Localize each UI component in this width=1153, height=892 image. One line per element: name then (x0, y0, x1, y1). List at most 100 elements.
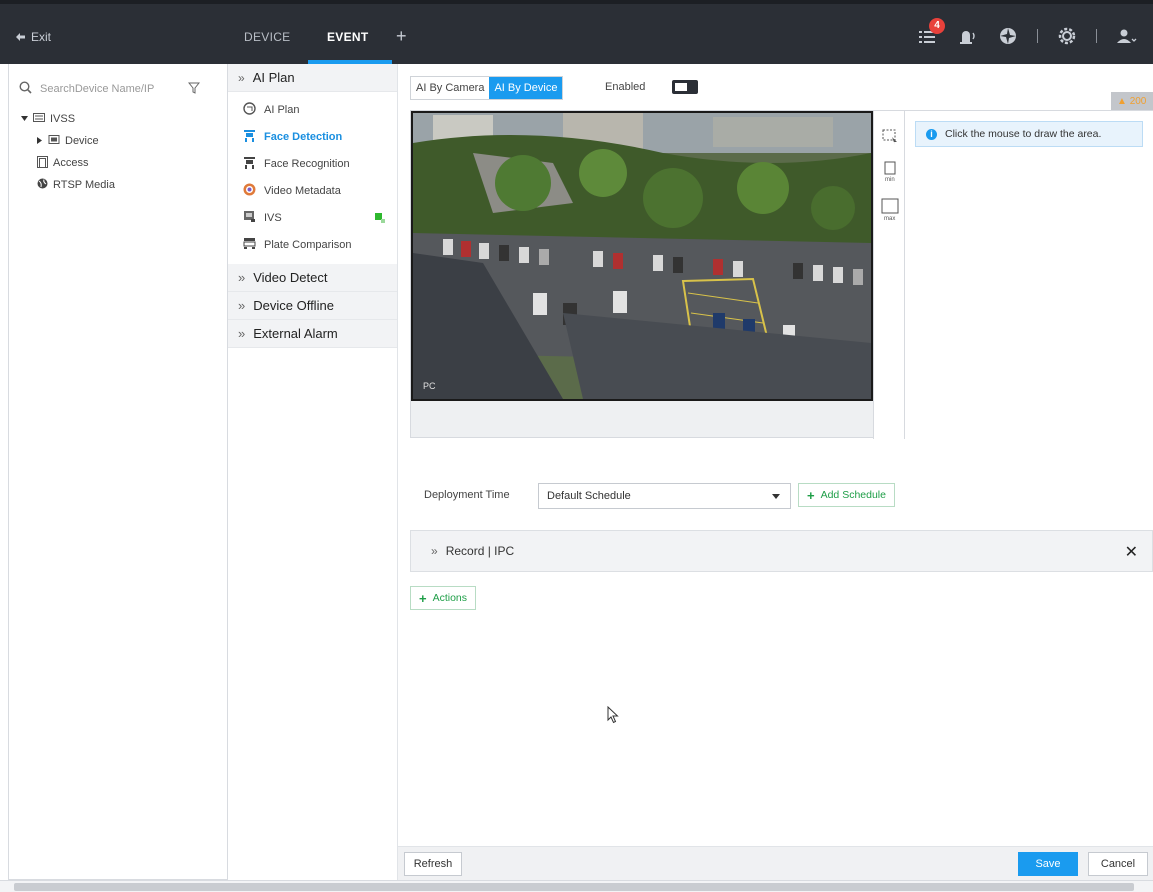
warning-icon: ▲ (1117, 96, 1127, 107)
chevron-double-down-icon: » (238, 70, 245, 85)
record-action-row[interactable]: » Record | IPC ✕ (410, 530, 1153, 572)
caret-down-icon (21, 113, 28, 125)
section-label: AI Plan (252, 70, 295, 85)
section-device-offline[interactable]: » Device Offline (228, 292, 397, 320)
section-ai-plan[interactable]: » AI Plan (228, 64, 397, 92)
plate-comparison-icon (243, 237, 256, 253)
draw-toolbar: min max (873, 111, 905, 439)
enabled-toggle[interactable] (672, 80, 698, 94)
deployment-time-label: Deployment Time (424, 489, 510, 501)
chevron-double-right-icon: » (238, 298, 246, 313)
plan-item-label: Face Detection (264, 130, 343, 143)
close-icon[interactable]: ✕ (1125, 542, 1138, 562)
alarm-count-badge: 4 (929, 18, 945, 34)
add-schedule-button[interactable]: + Add Schedule (798, 483, 895, 507)
device-icon (48, 134, 60, 148)
aperture-icon[interactable] (997, 26, 1019, 46)
globe-icon (37, 178, 48, 192)
search-icon (19, 81, 32, 97)
plus-icon: + (419, 590, 427, 606)
tree-item-label: Device (65, 135, 99, 147)
plan-item-ivs[interactable]: IVS (228, 204, 397, 231)
face-recognition-icon (243, 156, 256, 172)
plan-item-label: AI Plan (264, 103, 300, 116)
caret-down-icon (772, 494, 780, 499)
video-metadata-icon (243, 183, 256, 199)
tree-item-ivss[interactable]: IVSS (21, 108, 115, 130)
select-area-icon[interactable] (880, 127, 900, 151)
video-channel-label: PC (423, 381, 436, 391)
filter-icon[interactable] (187, 82, 201, 97)
plan-item-face-detection[interactable]: Face Detection (228, 123, 397, 150)
ai-plan-icon (243, 101, 256, 118)
plan-item-plate-comparison[interactable]: Plate Comparison (228, 231, 397, 258)
device-tree-panel: SearchDevice Name/IP IVSS Device Access … (8, 64, 228, 880)
plus-icon: + (807, 487, 815, 503)
exit-button[interactable]: Exit (16, 30, 51, 44)
access-icon (37, 155, 48, 171)
top-bar: Exit DEVICE EVENT + 4 (0, 0, 1153, 64)
svg-text:min: min (885, 177, 895, 183)
mouse-cursor-icon (607, 705, 619, 727)
section-external-alarm[interactable]: » External Alarm (228, 320, 397, 348)
plan-item-label: Plate Comparison (264, 238, 352, 251)
cancel-button[interactable]: Cancel (1088, 852, 1148, 876)
device-search[interactable]: SearchDevice Name/IP (19, 78, 219, 100)
actions-button[interactable]: + Actions (410, 586, 477, 610)
plan-item-ai-plan[interactable]: AI Plan (228, 96, 397, 123)
refresh-button[interactable]: Refresh (404, 852, 462, 876)
save-button[interactable]: Save (1018, 852, 1078, 876)
ivs-status-indicator (375, 213, 385, 226)
settings-icon[interactable] (1056, 26, 1078, 46)
tree-item-rtsp-media[interactable]: RTSP Media (21, 174, 115, 196)
rule-config-area: AI By Camera AI By Device Enabled ▲ 200 (398, 64, 1153, 880)
exit-label: Exit (31, 30, 52, 44)
chevron-double-right-icon: » (431, 544, 438, 558)
enabled-label: Enabled (605, 81, 646, 93)
tab-device[interactable]: DEVICE (244, 30, 290, 44)
warning-badge[interactable]: ▲ 200 (1111, 92, 1153, 112)
scrollbar-thumb[interactable] (14, 883, 1134, 891)
ai-by-camera-option[interactable]: AI By Camera (411, 77, 489, 99)
add-schedule-label: Add Schedule (820, 489, 886, 501)
live-video[interactable]: PC (411, 111, 873, 401)
info-icon: i (926, 128, 937, 140)
alarm-icon[interactable] (957, 26, 979, 46)
section-label: External Alarm (253, 326, 338, 341)
section-label: Device Offline (253, 298, 334, 313)
schedule-select[interactable]: Default Schedule (538, 483, 791, 509)
divider (1037, 29, 1038, 43)
caret-right-icon (37, 135, 43, 147)
ai-mode-selector: AI By Camera AI By Device (410, 76, 564, 100)
horizontal-scrollbar[interactable] (0, 880, 1153, 892)
user-icon[interactable] (1115, 26, 1137, 46)
tree-item-access[interactable]: Access (21, 152, 115, 174)
section-video-detect[interactable]: » Video Detect (228, 264, 397, 292)
hint-panel: i Click the mouse to draw the area. (905, 111, 1153, 439)
server-icon (33, 113, 45, 125)
max-size-icon[interactable]: max (880, 197, 900, 222)
actions-label: Actions (432, 592, 468, 604)
event-list-icon[interactable]: 4 (917, 18, 945, 46)
plan-item-face-recognition[interactable]: Face Recognition (228, 150, 397, 177)
warning-text: 200 (1129, 96, 1147, 107)
plan-item-label: Video Metadata (264, 184, 341, 197)
tree-item-label: Access (53, 157, 89, 169)
divider (1096, 29, 1097, 43)
ai-by-device-option[interactable]: AI By Device (489, 77, 563, 99)
draw-hint: i Click the mouse to draw the area. (915, 121, 1143, 147)
search-input[interactable]: SearchDevice Name/IP (40, 83, 180, 95)
face-detection-icon (243, 129, 256, 145)
add-tab-button[interactable]: + (396, 26, 407, 47)
plan-item-video-metadata[interactable]: Video Metadata (228, 177, 397, 204)
tab-event[interactable]: EVENT (327, 30, 369, 44)
video-area: PC min max i Click the mouse to draw the… (410, 110, 1153, 439)
ivs-icon (243, 210, 256, 226)
plan-item-label: IVS (264, 211, 282, 224)
record-label: Record | IPC (445, 544, 515, 558)
arrow-left-icon (16, 30, 25, 44)
svg-text:max: max (884, 216, 895, 221)
tree-item-device[interactable]: Device (21, 130, 115, 152)
min-size-icon[interactable]: min (880, 159, 900, 183)
chevron-double-right-icon: » (238, 326, 246, 341)
